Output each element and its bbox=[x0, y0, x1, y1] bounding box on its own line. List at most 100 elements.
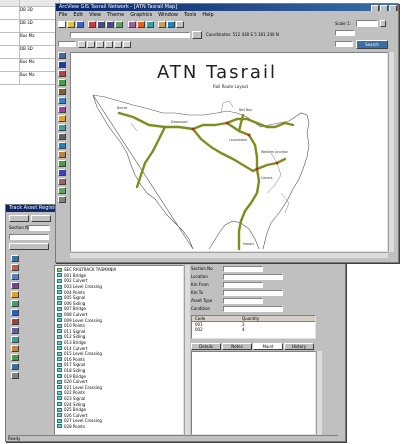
tool-icon[interactable] bbox=[11, 255, 19, 262]
property-value[interactable] bbox=[223, 282, 263, 288]
find-button[interactable] bbox=[192, 31, 202, 39]
tool-icon[interactable] bbox=[58, 187, 66, 194]
station-marker[interactable] bbox=[225, 121, 229, 125]
property-value[interactable] bbox=[223, 274, 283, 280]
measure-icon[interactable] bbox=[146, 21, 154, 28]
property-value[interactable] bbox=[223, 298, 263, 304]
sheet-row-label: DB 3D bbox=[20, 20, 33, 25]
open-button[interactable] bbox=[9, 243, 49, 250]
tool-icon[interactable] bbox=[58, 124, 66, 131]
tool-icon[interactable] bbox=[11, 318, 19, 325]
property-value[interactable] bbox=[223, 266, 263, 272]
scale-input[interactable] bbox=[356, 20, 378, 27]
map-side-toolbar bbox=[57, 52, 68, 252]
tool-icon[interactable] bbox=[96, 41, 104, 48]
tool-icon[interactable] bbox=[58, 133, 66, 140]
search-button[interactable]: Search bbox=[356, 40, 388, 49]
tab-details[interactable]: Details bbox=[191, 343, 221, 350]
tool-icon[interactable] bbox=[78, 41, 86, 48]
tool-icon[interactable] bbox=[11, 291, 19, 298]
tool-icon[interactable] bbox=[11, 282, 19, 289]
tool-icon[interactable] bbox=[58, 115, 66, 122]
grid-cell[interactable]: 4 bbox=[242, 327, 245, 332]
menu-item-edit[interactable]: Edit bbox=[73, 12, 83, 18]
tree-item[interactable]: 028 Points bbox=[57, 424, 181, 430]
tool-icon[interactable] bbox=[58, 142, 66, 149]
identify-icon[interactable] bbox=[128, 21, 136, 28]
station-marker[interactable] bbox=[275, 161, 279, 165]
tool-icon[interactable] bbox=[11, 345, 19, 352]
tool-icon[interactable] bbox=[11, 264, 19, 271]
refresh-icon[interactable] bbox=[176, 21, 184, 28]
zoom-in-icon[interactable] bbox=[97, 21, 105, 28]
station-marker[interactable] bbox=[247, 133, 251, 137]
query-icon[interactable] bbox=[167, 21, 175, 28]
tool-icon[interactable] bbox=[11, 372, 19, 379]
scale-spin-button[interactable] bbox=[380, 20, 386, 27]
grid-cell[interactable]: 002 bbox=[195, 327, 203, 332]
tool-icon[interactable] bbox=[58, 178, 66, 185]
menu-item-view[interactable]: View bbox=[89, 12, 101, 18]
new-icon[interactable] bbox=[58, 21, 66, 28]
tree-scrollbar[interactable] bbox=[184, 265, 190, 435]
station-marker[interactable] bbox=[191, 127, 195, 131]
tool-icon[interactable] bbox=[123, 41, 131, 48]
menu-item-window[interactable]: Window bbox=[158, 12, 178, 18]
tool-icon[interactable] bbox=[58, 106, 66, 113]
section-input[interactable] bbox=[28, 225, 50, 231]
tab-maint[interactable]: Maint bbox=[253, 343, 283, 350]
open-icon[interactable] bbox=[67, 21, 75, 28]
tool-icon[interactable] bbox=[58, 70, 66, 77]
tool-icon[interactable] bbox=[58, 196, 66, 203]
tool-icon[interactable] bbox=[58, 151, 66, 158]
station-marker[interactable] bbox=[255, 167, 259, 171]
toolbar-button[interactable] bbox=[31, 215, 51, 222]
property-value[interactable] bbox=[223, 306, 283, 312]
tool-icon[interactable] bbox=[11, 354, 19, 361]
map-horizontal-scrollbar[interactable] bbox=[70, 252, 388, 258]
tool-icon[interactable] bbox=[58, 160, 66, 167]
tool-icon[interactable] bbox=[105, 41, 113, 48]
main-titlebar[interactable]: ArcView GIS Tasrail Network - [ATN Tasra… bbox=[56, 4, 398, 11]
map-vertical-scrollbar[interactable] bbox=[388, 52, 394, 252]
minimize-icon[interactable] bbox=[371, 5, 379, 11]
maximize-icon[interactable] bbox=[380, 5, 388, 11]
tool-icon[interactable] bbox=[58, 79, 66, 86]
close-icon[interactable] bbox=[389, 5, 397, 11]
menu-item-file[interactable]: File bbox=[59, 12, 67, 18]
view-combo[interactable] bbox=[58, 41, 76, 47]
tool-icon[interactable] bbox=[58, 169, 66, 176]
menu-item-theme[interactable]: Theme bbox=[107, 12, 124, 18]
tool-icon[interactable] bbox=[58, 88, 66, 95]
tab-notes[interactable]: Notes bbox=[222, 343, 252, 350]
filter-combo[interactable] bbox=[9, 234, 49, 240]
save-icon[interactable] bbox=[76, 21, 84, 28]
search-input[interactable] bbox=[70, 32, 190, 38]
tool-icon[interactable] bbox=[11, 300, 19, 307]
details-scrollbar[interactable] bbox=[316, 351, 322, 435]
layer-icon[interactable] bbox=[158, 21, 166, 28]
menu-item-help[interactable]: Help bbox=[202, 12, 213, 18]
property-value[interactable] bbox=[223, 290, 283, 296]
map-view[interactable]: ATN Tasrail Rail Route Layout Burnie Dev… bbox=[70, 52, 388, 252]
tool-icon[interactable] bbox=[58, 61, 66, 68]
tool-icon[interactable] bbox=[58, 97, 66, 104]
tool-icon[interactable] bbox=[87, 41, 95, 48]
select-icon[interactable] bbox=[137, 21, 145, 28]
tool-icon[interactable] bbox=[11, 273, 19, 280]
layer-combo[interactable] bbox=[335, 30, 355, 36]
print-icon[interactable] bbox=[88, 21, 96, 28]
side-combo[interactable] bbox=[335, 41, 353, 47]
tool-icon[interactable] bbox=[58, 52, 66, 59]
menu-item-tools[interactable]: Tools bbox=[184, 12, 196, 18]
tool-icon[interactable] bbox=[114, 41, 122, 48]
tool-icon[interactable] bbox=[11, 309, 19, 316]
toolbar-button[interactable] bbox=[9, 215, 29, 222]
tab-history[interactable]: History bbox=[284, 343, 314, 350]
pan-icon[interactable] bbox=[115, 21, 123, 28]
zoom-out-icon[interactable] bbox=[106, 21, 114, 28]
tool-icon[interactable] bbox=[11, 363, 19, 370]
menu-item-graphics[interactable]: Graphics bbox=[130, 12, 152, 18]
tool-icon[interactable] bbox=[11, 327, 19, 334]
tool-icon[interactable] bbox=[11, 336, 19, 343]
